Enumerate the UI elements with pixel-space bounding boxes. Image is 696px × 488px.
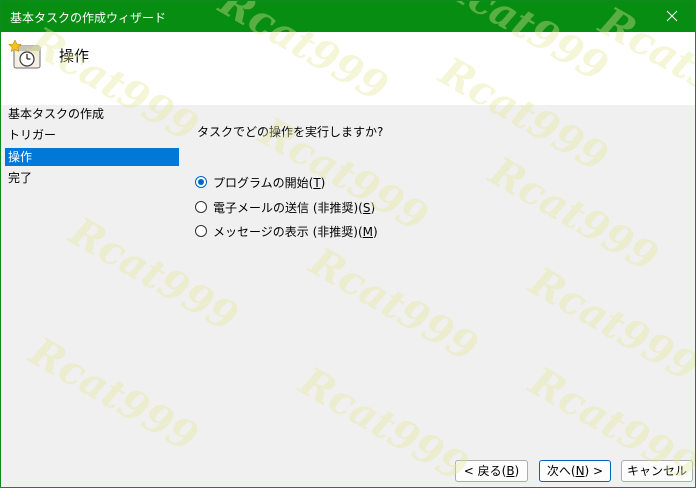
next-button[interactable]: 次へ(N) > [539,460,611,482]
wizard-window: 基本タスクの作成ウィザード 操作 基本タスクの作成 トリガー 操作 完了 タスク… [0,0,696,488]
watermark-text: Rcat999 [291,357,476,487]
radio-send-email[interactable] [195,201,207,213]
step-finish: 完了 [8,171,33,185]
steps-panel: 基本タスクの作成 トリガー 操作 完了 [1,105,181,487]
page-title: 操作 [59,47,90,65]
step-create-basic-task: 基本タスクの作成 [8,107,105,121]
watermark-text: Rcat999 [481,147,666,282]
option-start-program-label: プログラムの開始(T) [213,175,326,190]
radio-show-message[interactable] [195,225,207,237]
window-title: 基本タスクの作成ウィザード [10,11,167,25]
action-question: タスクでどの操作を実行しますか? [197,125,384,139]
cancel-button[interactable]: キャンセル [621,460,693,482]
watermark-text: Rcat999 [521,257,695,392]
title-bar[interactable]: 基本タスクの作成ウィザード [1,1,695,32]
task-clock-icon [8,40,41,69]
radio-start-program[interactable] [195,176,207,188]
close-icon[interactable] [649,1,695,32]
option-send-email-label: 電子メールの送信 (非推奨)(S) [213,200,376,215]
watermark-text: Rcat999 [301,237,486,372]
option-show-message-label: メッセージの表示 (非推奨)(M) [213,224,378,239]
back-button[interactable]: < 戻る(B) [455,460,528,482]
option-show-message[interactable]: メッセージの表示 (非推奨)(M) [195,222,378,240]
step-trigger: トリガー [8,128,57,142]
header-panel: 操作 [1,32,695,105]
option-start-program[interactable]: プログラムの開始(T) [195,173,325,191]
option-send-email[interactable]: 電子メールの送信 (非推奨)(S) [195,198,375,216]
step-action: 操作 [5,148,179,166]
